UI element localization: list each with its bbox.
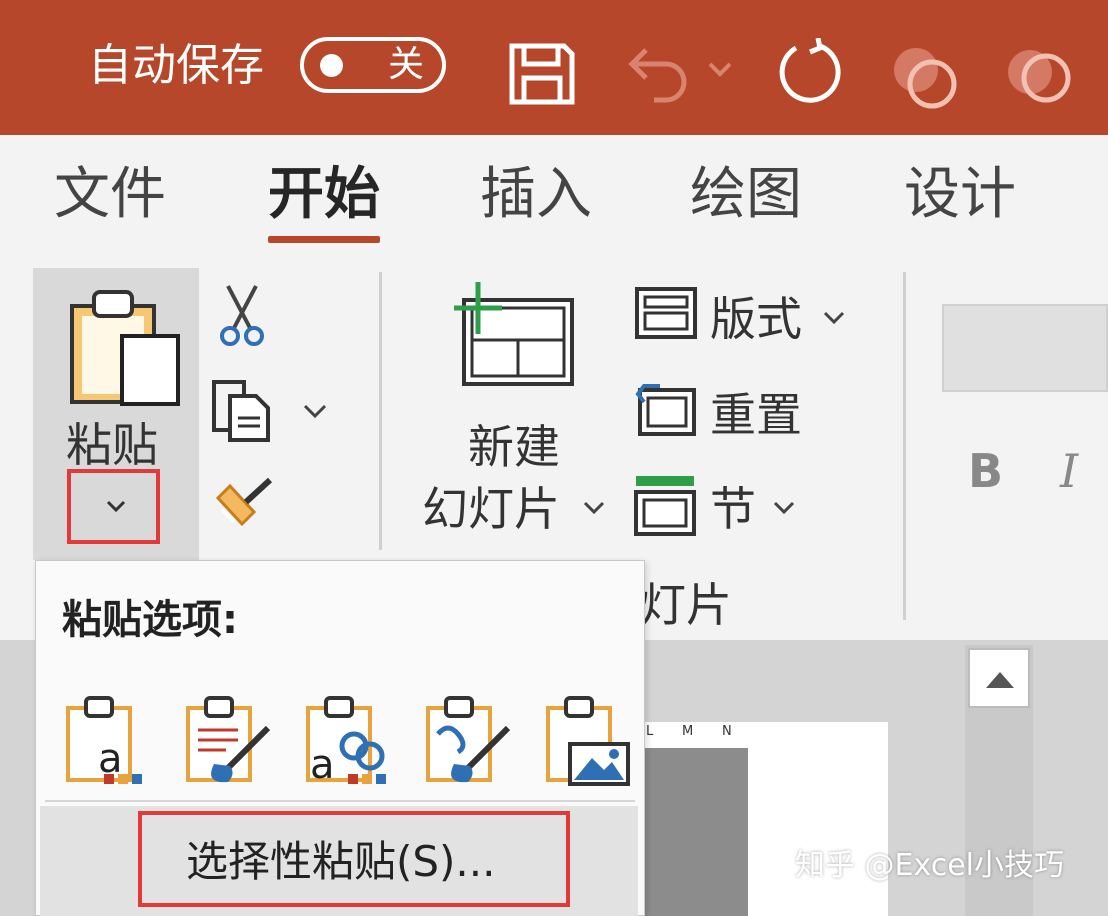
new-slide-label-2: 幻灯片: [422, 482, 560, 536]
new-slide-chevron-icon[interactable]: [582, 500, 606, 518]
tab-insert[interactable]: 插入: [480, 163, 592, 227]
keep-source-formatting-icon[interactable]: [184, 694, 274, 786]
italic-button[interactable]: I: [1060, 444, 1078, 498]
column-header-m: M: [682, 724, 694, 739]
embed-icon[interactable]: a: [304, 694, 392, 786]
undo-icon[interactable]: [626, 44, 690, 104]
use-destination-theme-icon[interactable]: a: [64, 694, 150, 786]
dropdown-separator: [45, 800, 635, 802]
tab-design[interactable]: 设计: [904, 163, 1016, 227]
redo-icon[interactable]: [774, 38, 844, 108]
scroll-up-button[interactable]: [968, 648, 1030, 708]
copy-dropdown-chevron-icon[interactable]: [302, 403, 328, 421]
section-label[interactable]: 节: [710, 482, 756, 536]
save-icon[interactable]: [508, 42, 576, 106]
toggle-knob: [320, 54, 343, 77]
undo-dropdown-chevron-icon[interactable]: [706, 60, 734, 80]
copy-icon[interactable]: [210, 378, 274, 444]
watermark: 知乎 @Excel小技巧: [795, 848, 1065, 883]
format-painter-icon[interactable]: [212, 474, 278, 532]
slides-group-label: 灯片: [640, 578, 732, 632]
section-icon[interactable]: [632, 472, 698, 538]
shapes-icon[interactable]: [888, 40, 960, 110]
tab-draw[interactable]: 绘图: [690, 163, 802, 227]
shapes-icon-2[interactable]: [1002, 40, 1074, 110]
tab-home[interactable]: 开始: [268, 163, 380, 227]
paste-dropdown-button[interactable]: [67, 469, 160, 544]
svg-text:a: a: [310, 742, 335, 786]
column-header-n: N: [722, 724, 732, 739]
new-slide-label-1: 新建: [468, 420, 560, 474]
layout-chevron-icon[interactable]: [822, 310, 846, 328]
bold-button[interactable]: B: [968, 444, 1003, 498]
group-separator: [379, 272, 382, 550]
scissors-icon[interactable]: [218, 282, 266, 348]
chevron-down-icon: [106, 500, 126, 513]
paste-special-menu-item[interactable]: 选择性粘贴(S)...: [186, 836, 495, 888]
reset-icon[interactable]: [632, 380, 698, 438]
reset-label[interactable]: 重置: [710, 388, 802, 442]
paste-options-title: 粘贴选项:: [62, 597, 238, 643]
triangle-up-icon: [986, 672, 1014, 688]
autosave-label: 自动保存: [88, 40, 264, 91]
keep-text-only-icon[interactable]: [424, 694, 514, 786]
group-separator-2: [903, 272, 906, 620]
layout-icon[interactable]: [634, 286, 698, 340]
new-slide-icon[interactable]: [448, 278, 576, 388]
picture-icon[interactable]: [544, 694, 632, 786]
section-chevron-icon[interactable]: [772, 500, 796, 518]
layout-label[interactable]: 版式: [710, 292, 802, 346]
slide-thumbnail-image: [640, 748, 748, 916]
column-header-l: L: [646, 724, 654, 739]
autosave-state: 关: [388, 44, 425, 85]
tab-file[interactable]: 文件: [54, 163, 166, 227]
font-name-box[interactable]: [942, 304, 1108, 392]
autosave-toggle[interactable]: 关: [300, 37, 446, 93]
active-tab-indicator: [268, 236, 380, 243]
paste-clipboard-icon[interactable]: [66, 286, 184, 410]
paste-label: 粘贴: [66, 418, 158, 472]
